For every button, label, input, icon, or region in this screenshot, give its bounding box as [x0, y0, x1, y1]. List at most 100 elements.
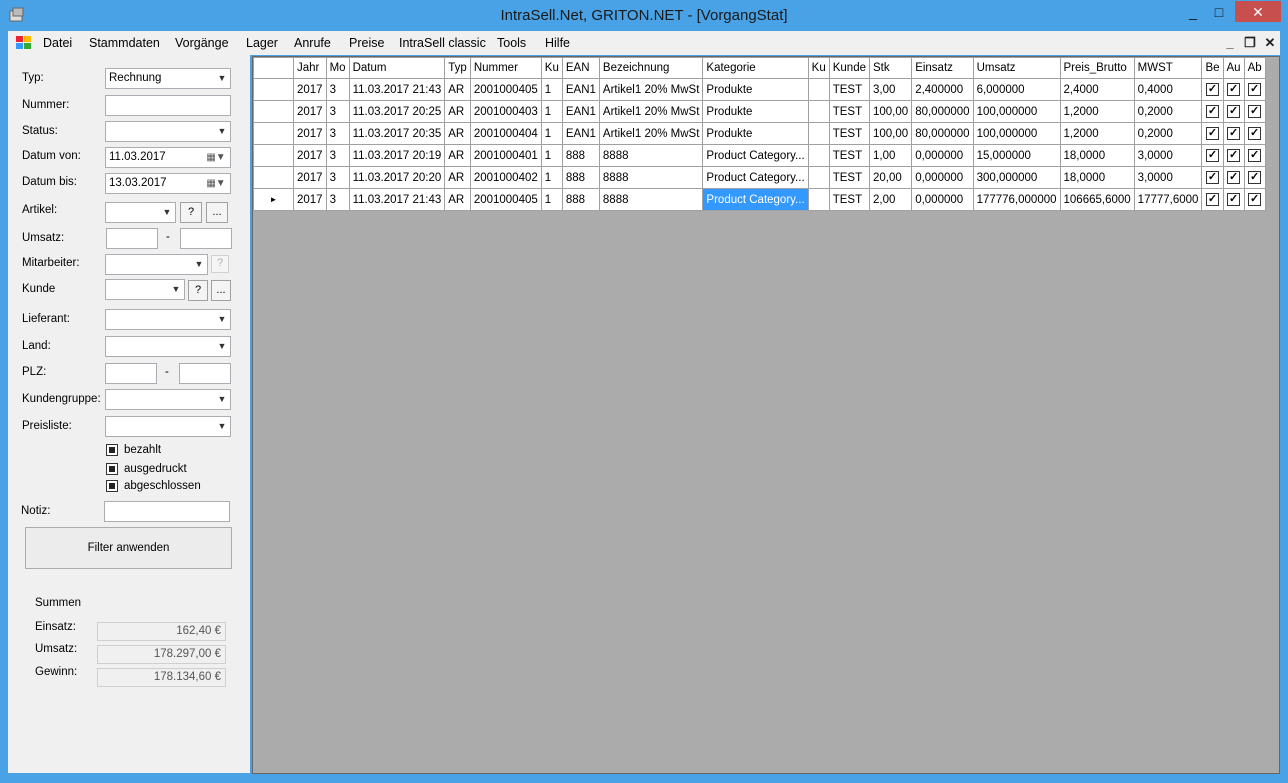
- table-cell[interactable]: 2001000401: [469, 144, 542, 167]
- menu-datei[interactable]: Datei: [39, 31, 76, 55]
- mdi-restore-button[interactable]: ❐: [1242, 34, 1258, 52]
- kunde-browse-button[interactable]: ...: [211, 280, 231, 301]
- table-cell[interactable]: 2017: [293, 166, 327, 189]
- table-cell[interactable]: Product Category...: [702, 188, 809, 211]
- checkbox-checked-icon[interactable]: ✓: [1205, 83, 1219, 96]
- table-cell[interactable]: TEST: [828, 78, 871, 101]
- table-cell[interactable]: 2017: [293, 122, 327, 145]
- checkbox-cell[interactable]: ✓: [1243, 122, 1266, 145]
- table-cell[interactable]: 1: [540, 166, 563, 189]
- artikel-browse-button[interactable]: ...: [206, 202, 228, 223]
- table-cell[interactable]: [807, 166, 830, 189]
- table-cell[interactable]: 888: [561, 166, 600, 189]
- minimize-button[interactable]: _: [1183, 1, 1203, 23]
- table-cell[interactable]: TEST: [828, 122, 871, 145]
- table-cell[interactable]: 11.03.2017 20:20: [348, 166, 446, 189]
- mdi-minimize-button[interactable]: _: [1222, 34, 1238, 52]
- table-cell[interactable]: 17777,6000: [1133, 188, 1203, 211]
- table-cell[interactable]: 1: [540, 122, 563, 145]
- column-header[interactable]: Mo: [325, 57, 350, 79]
- table-cell[interactable]: [807, 188, 830, 211]
- land-select[interactable]: ▼: [105, 336, 231, 357]
- menu-vorgaenge[interactable]: Vorgänge: [171, 31, 233, 55]
- table-cell[interactable]: 0,4000: [1133, 78, 1203, 101]
- checkbox-checked-icon[interactable]: ✓: [1227, 127, 1241, 140]
- checkbox-checked-icon[interactable]: ✓: [1248, 171, 1262, 184]
- table-cell[interactable]: 0,2000: [1133, 122, 1203, 145]
- column-header[interactable]: EAN: [561, 57, 600, 79]
- checkbox-cell[interactable]: ✓: [1243, 78, 1266, 101]
- table-cell[interactable]: 80,000000: [911, 100, 974, 123]
- checkbox-cell[interactable]: ✓: [1222, 144, 1245, 167]
- column-header[interactable]: Jahr: [293, 57, 327, 79]
- table-cell[interactable]: 2001000403: [469, 100, 542, 123]
- table-cell[interactable]: 11.03.2017 20:19: [348, 144, 446, 167]
- table-cell[interactable]: AR: [444, 144, 471, 167]
- column-header[interactable]: Au: [1222, 57, 1245, 79]
- checkbox-checked-icon[interactable]: ✓: [1227, 149, 1241, 162]
- column-header[interactable]: Einsatz: [911, 57, 974, 79]
- checkbox-cell[interactable]: ✓: [1201, 100, 1224, 123]
- table-cell[interactable]: 11.03.2017 20:25: [348, 100, 446, 123]
- checkbox-checked-icon[interactable]: ✓: [1248, 83, 1262, 96]
- checkbox-cell[interactable]: ✓: [1243, 100, 1266, 123]
- table-row[interactable]: 2017 3 11.03.2017 20:35 AR 2001000404 1 EAN1 Ar…: [253, 122, 1266, 145]
- table-cell[interactable]: Artikel1 20% MwSt: [598, 122, 704, 145]
- table-row[interactable]: 2017 3 11.03.2017 20:20 AR 2001000402 1 888 888…: [253, 166, 1266, 189]
- mdi-close-button[interactable]: ✕: [1262, 34, 1278, 52]
- umsatz-from-input[interactable]: [106, 228, 158, 249]
- ausgedruckt-checkbox[interactable]: [106, 463, 118, 475]
- table-cell[interactable]: 1: [540, 144, 563, 167]
- table-cell[interactable]: 3,00: [868, 78, 913, 101]
- table-cell[interactable]: Artikel1 20% MwSt: [598, 100, 704, 123]
- checkbox-cell[interactable]: ✓: [1222, 188, 1245, 211]
- table-cell[interactable]: 8888: [598, 166, 704, 189]
- table-cell[interactable]: 1,2000: [1059, 100, 1135, 123]
- plz-from-input[interactable]: [105, 363, 157, 384]
- table-cell[interactable]: AR: [444, 122, 471, 145]
- table-cell[interactable]: 3: [325, 166, 350, 189]
- menu-intrasell-classic[interactable]: IntraSell classic: [395, 31, 490, 55]
- notiz-input[interactable]: [104, 501, 230, 522]
- table-cell[interactable]: 2001000405: [469, 78, 542, 101]
- artikel-help-button[interactable]: ?: [180, 202, 202, 223]
- table-cell[interactable]: 3: [325, 188, 350, 211]
- table-cell[interactable]: 8888: [598, 188, 704, 211]
- calendar-icon[interactable]: ▦▼: [204, 150, 228, 165]
- table-cell[interactable]: 888: [561, 144, 600, 167]
- datum-bis-picker[interactable]: 13.03.2017 ▦▼: [105, 173, 231, 194]
- table-cell[interactable]: 100,000000: [972, 100, 1061, 123]
- mitarbeiter-help-button[interactable]: ?: [211, 255, 229, 273]
- table-cell[interactable]: 8888: [598, 144, 704, 167]
- mitarbeiter-select[interactable]: ▼: [105, 254, 208, 275]
- table-cell[interactable]: 106665,6000: [1059, 188, 1135, 211]
- menu-preise[interactable]: Preise: [345, 31, 388, 55]
- kunde-select[interactable]: ▼: [105, 279, 185, 300]
- checkbox-checked-icon[interactable]: ✓: [1205, 171, 1219, 184]
- table-cell[interactable]: AR: [444, 166, 471, 189]
- table-cell[interactable]: AR: [444, 78, 471, 101]
- table-cell[interactable]: TEST: [828, 100, 871, 123]
- checkbox-cell[interactable]: ✓: [1222, 100, 1245, 123]
- table-cell[interactable]: [807, 122, 830, 145]
- table-cell[interactable]: 2,00: [868, 188, 913, 211]
- checkbox-cell[interactable]: ✓: [1201, 166, 1224, 189]
- column-header[interactable]: Datum: [348, 57, 446, 79]
- checkbox-cell[interactable]: ✓: [1243, 144, 1266, 167]
- table-cell[interactable]: 1: [540, 100, 563, 123]
- checkbox-checked-icon[interactable]: ✓: [1248, 127, 1262, 140]
- menu-stammdaten[interactable]: Stammdaten: [85, 31, 164, 55]
- table-cell[interactable]: [807, 100, 830, 123]
- row-header[interactable]: ►: [253, 188, 294, 211]
- table-cell[interactable]: 18,0000: [1059, 166, 1135, 189]
- table-cell[interactable]: 0,000000: [911, 166, 974, 189]
- lieferant-select[interactable]: ▼: [105, 309, 231, 330]
- table-cell[interactable]: 100,000000: [972, 122, 1061, 145]
- checkbox-checked-icon[interactable]: ✓: [1248, 149, 1262, 162]
- table-cell[interactable]: 3: [325, 122, 350, 145]
- column-header[interactable]: Ku: [807, 57, 830, 79]
- table-cell[interactable]: 100,00: [868, 100, 913, 123]
- table-cell[interactable]: Produkte: [702, 122, 809, 145]
- table-row[interactable]: ► 2017 3 11.03.2017 21:43 AR 2001000405 1 888 88…: [253, 188, 1266, 211]
- table-cell[interactable]: 1: [540, 78, 563, 101]
